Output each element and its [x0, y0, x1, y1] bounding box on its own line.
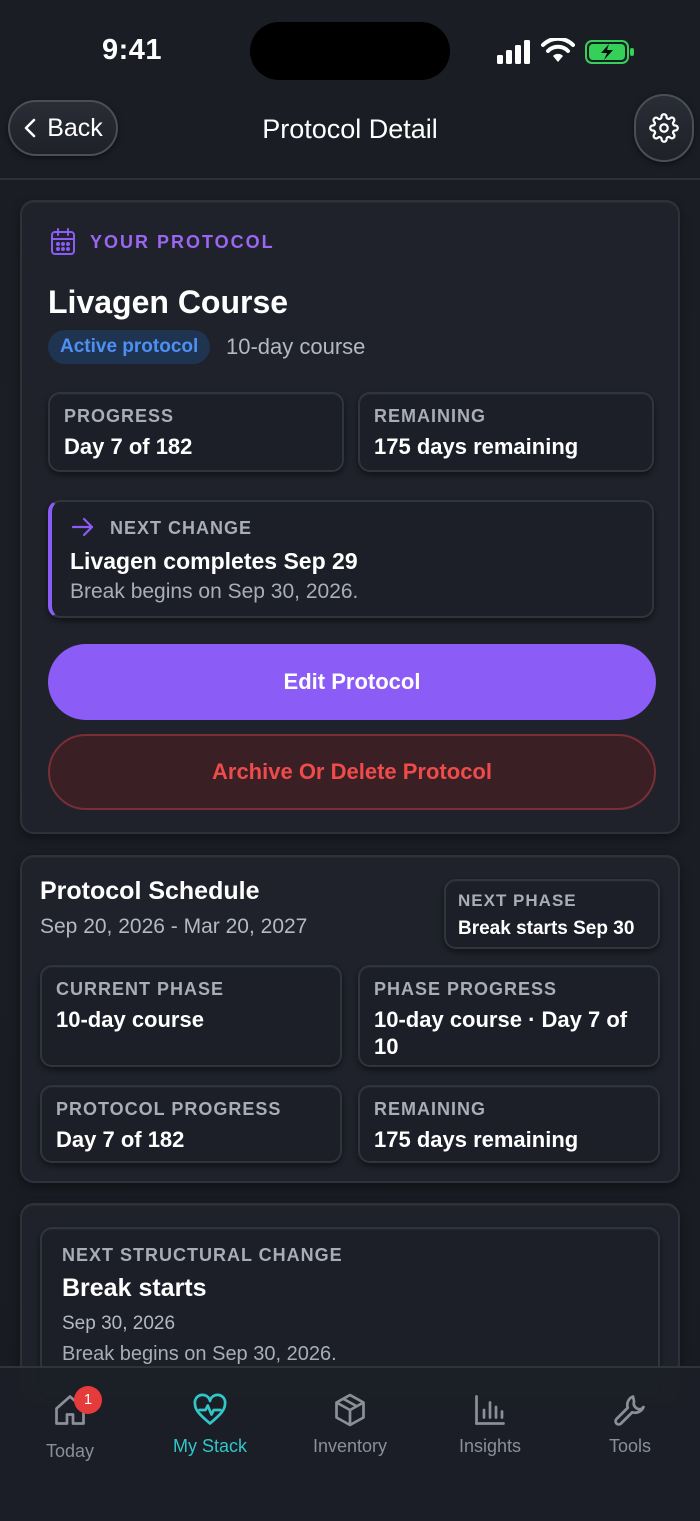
bar-chart-icon	[475, 1395, 505, 1425]
battery-icon	[585, 40, 634, 64]
next-change-label: NEXT CHANGE	[110, 518, 253, 538]
navigation-bar: Back Protocol Detail	[0, 92, 700, 180]
structural-change-date: Sep 30, 2026	[62, 1313, 176, 1334]
progress-tile: PROGRESS Day 7 of 182	[48, 392, 344, 472]
progress-value: Day 7 of 182	[64, 434, 193, 459]
tab-tools[interactable]: Tools	[560, 1392, 700, 1457]
schedule-remaining-value: 175 days remaining	[374, 1127, 579, 1152]
phase-progress-label: PHASE PROGRESS	[374, 979, 558, 999]
remaining-tile: REMAINING 175 days remaining	[358, 392, 654, 472]
next-phase-tile: NEXT PHASE Break starts Sep 30	[444, 879, 660, 949]
next-change-panel: NEXT CHANGE Livagen completes Sep 29 Bre…	[48, 500, 654, 618]
schedule-remaining-label: REMAINING	[374, 1099, 486, 1119]
tab-bar: 1 Today My Stack Inventory Insights Tool…	[0, 1366, 700, 1521]
cellular-signal-icon	[497, 40, 530, 64]
wifi-icon	[541, 38, 575, 62]
remaining-label: REMAINING	[374, 406, 486, 426]
remaining-value: 175 days remaining	[374, 434, 579, 459]
calendar-icon	[51, 228, 75, 255]
next-phase-label: NEXT PHASE	[458, 891, 577, 910]
progress-label: PROGRESS	[64, 406, 175, 426]
schedule-remaining-tile: REMAINING 175 days remaining	[358, 1085, 660, 1163]
protocol-progress-label: PROTOCOL PROGRESS	[56, 1099, 282, 1119]
current-phase-label: CURRENT PHASE	[56, 979, 225, 999]
tab-today[interactable]: 1 Today	[0, 1386, 140, 1462]
next-change-subtitle: Break begins on Sep 30, 2026.	[70, 580, 359, 603]
archive-delete-button[interactable]: Archive Or Delete Protocol	[48, 734, 656, 810]
heart-pulse-icon	[193, 1393, 227, 1425]
status-bar: 9:41	[0, 0, 700, 100]
structural-change-label: NEXT STRUCTURAL CHANGE	[62, 1245, 343, 1265]
current-phase-value: 10-day course	[56, 1007, 204, 1032]
tab-label: My Stack	[172, 1436, 247, 1456]
section-label: YOUR PROTOCOL	[90, 232, 275, 252]
settings-button[interactable]	[634, 94, 694, 162]
current-phase-tile: CURRENT PHASE 10-day course	[40, 965, 342, 1067]
next-phase-value: Break starts Sep 30	[458, 918, 635, 939]
notification-badge: 1	[74, 1386, 102, 1414]
edit-protocol-button[interactable]: Edit Protocol	[48, 644, 656, 720]
course-type: 10-day course	[226, 334, 366, 359]
gear-icon	[649, 113, 679, 143]
wrench-icon	[614, 1395, 645, 1426]
tab-insights[interactable]: Insights	[420, 1392, 560, 1457]
phase-progress-value: 10-day course · Day 7 of 10	[374, 1007, 628, 1059]
protocol-progress-value: Day 7 of 182	[56, 1127, 185, 1152]
schedule-range: Sep 20, 2026 - Mar 20, 2027	[40, 915, 308, 938]
tab-label: Today	[45, 1441, 95, 1461]
tab-inventory[interactable]: Inventory	[280, 1392, 420, 1457]
tab-label: Tools	[608, 1436, 652, 1456]
structural-change-subtitle: Break begins on Sep 30, 2026.	[62, 1343, 337, 1365]
dynamic-island	[250, 22, 450, 80]
next-change-title: Livagen completes Sep 29	[70, 548, 358, 574]
tab-my-stack[interactable]: My Stack	[140, 1392, 280, 1457]
status-badge: Active protocol	[48, 330, 211, 364]
protocol-card: YOUR PROTOCOL Livagen Course Active prot…	[20, 200, 680, 834]
schedule-title: Protocol Schedule	[40, 877, 260, 905]
page-title: Protocol Detail	[262, 114, 438, 144]
phase-progress-tile: PHASE PROGRESS 10-day course · Day 7 of …	[358, 965, 660, 1067]
protocol-title: Livagen Course	[48, 284, 289, 320]
tab-label: Insights	[458, 1436, 522, 1456]
structural-change-title: Break starts	[62, 1274, 207, 1302]
protocol-progress-tile: PROTOCOL PROGRESS Day 7 of 182	[40, 1085, 342, 1163]
status-time: 9:41	[102, 34, 163, 66]
arrow-right-icon	[71, 517, 94, 537]
schedule-card: Protocol Schedule Sep 20, 2026 - Mar 20,…	[20, 855, 680, 1183]
box-icon	[335, 1393, 365, 1427]
tab-label: Inventory	[312, 1436, 388, 1456]
